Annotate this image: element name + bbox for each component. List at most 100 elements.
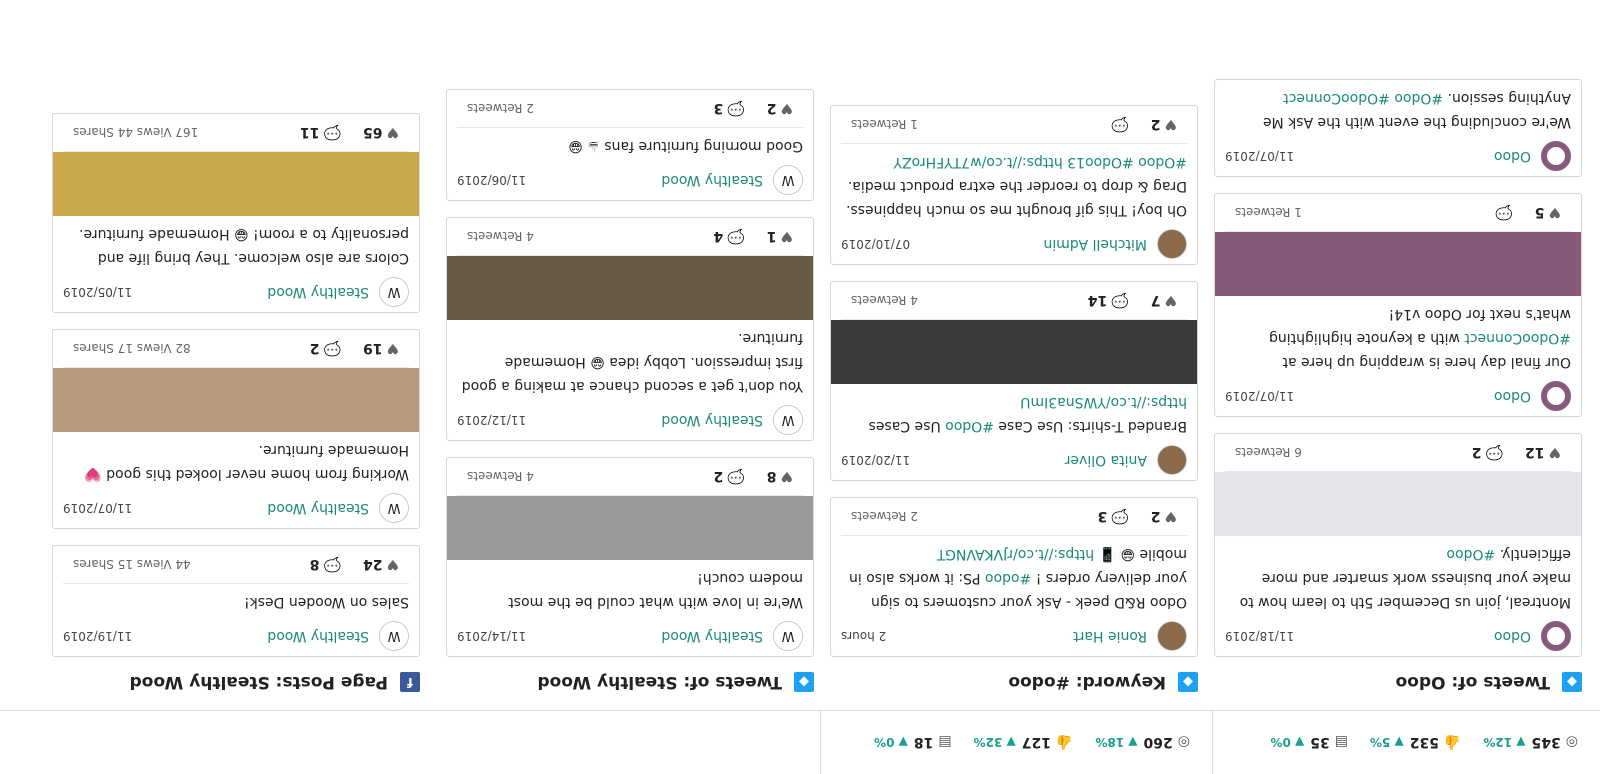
author-name[interactable]: Stealthy Wood [132, 284, 369, 300]
post-link[interactable]: #Odoo [1138, 154, 1187, 170]
post-image [447, 496, 813, 560]
avatar [1157, 229, 1187, 259]
post-stats: ♥ 5 💬 1 Retweets [1225, 194, 1571, 232]
post-author: W Stealthy Wood 11/07/2019 [53, 488, 419, 528]
comment-icon: 💬 [323, 340, 341, 357]
comments-count: 11 [300, 124, 320, 141]
stat-trend: ▼ 18% [1095, 735, 1138, 749]
comments-count: 8 [309, 556, 320, 573]
stream-column: ◆ Keyword: #odoo Ronie Hart 2 hours Odoo R&D… [830, 89, 1198, 697]
author-name[interactable]: Stealthy Wood [132, 500, 369, 516]
heart-icon: ♥ [386, 340, 399, 357]
heart-icon: ♥ [1548, 444, 1561, 461]
author-name[interactable]: Stealthy Wood [132, 628, 369, 644]
post-date: 11/05/2019 [63, 285, 133, 299]
comments-count: 2 [1471, 444, 1482, 461]
post-date: 11/12/2019 [457, 413, 527, 427]
post-card[interactable]: W Stealthy Wood 11/14/2019 We're in love wi… [446, 457, 814, 657]
post-card[interactable]: Odoo 11/18/2019 Montreal, join us December… [1214, 433, 1582, 657]
post-link[interactable]: https://t.co/YWSna3ImU [1020, 394, 1187, 410]
stat-item[interactable]: ▤ 18 ▼ 0% [874, 734, 952, 750]
comments-count: 14 [1087, 292, 1108, 309]
post-link[interactable]: #Odoo13 [1067, 154, 1134, 170]
comment-icon: 💬 [323, 124, 341, 141]
post-link[interactable]: #odoo [985, 570, 1031, 586]
author-name[interactable]: Mitchell Admin [910, 236, 1148, 252]
author-name[interactable]: Stealthy Wood [526, 628, 763, 644]
author-name[interactable]: Odoo [1294, 628, 1531, 644]
post-card[interactable]: W Stealthy Wood 11/07/2019 Working from hom… [52, 329, 420, 529]
heart-icon: ♥ [386, 556, 399, 573]
post-stats: ♥ 2 💬 3 2 Retweets [841, 498, 1187, 536]
avatar [1157, 621, 1187, 651]
stat-value: 18 [913, 734, 934, 750]
post-stats: ♥ 19 💬 2 82 Views 17 Shares [63, 330, 409, 368]
shares-count: 4 Retweets [467, 469, 534, 484]
stat-trend: ▼ 12% [1483, 735, 1526, 749]
avatar [1541, 381, 1571, 411]
post-image [53, 152, 419, 216]
stream-badge-icon: ◆ [794, 672, 814, 692]
shares-count: 4 Retweets [851, 293, 918, 308]
post-card[interactable]: Ronie Hart 2 hours Odoo R&D peek - Ask you… [830, 497, 1198, 657]
post-message: Odoo R&D peek - Ask your customers to si… [848, 546, 1187, 610]
post-author: Odoo 11/18/2019 [1215, 616, 1581, 656]
post-link[interactable]: https://t.co/rJVKAVNGT [937, 546, 1094, 562]
stream-badge-icon: ◆ [1178, 672, 1198, 692]
social-dashboard: ◎ 345 ▼ 12% 👍 532 ▼ 5% ▤ 35 ▼ 0% ◎ 260 ▼ 18% 👍 127 ▼ … [0, 0, 1600, 774]
post-author: W Stealthy Wood 11/06/2019 [447, 160, 813, 200]
author-name[interactable]: Stealthy Wood [526, 412, 763, 428]
author-name[interactable]: Stealthy Wood [526, 172, 763, 188]
post-card[interactable]: Odoo 11/07/2019 We're concluding the event… [1214, 79, 1582, 177]
comments-count: 2 [309, 340, 320, 357]
author-name[interactable]: Ronie Hart [886, 628, 1147, 644]
author-name[interactable]: Odoo [1294, 388, 1531, 404]
stats-bar: ◎ 345 ▼ 12% 👍 532 ▼ 5% ▤ 35 ▼ 0% ◎ 260 ▼ 18% 👍 127 ▼ … [0, 710, 1600, 774]
heart-icon: ♥ [1164, 292, 1177, 309]
post-card[interactable]: W Stealthy Wood 11/05/2019 Colors are also … [52, 113, 420, 313]
post-message: Montreal, join us December 5th to learn … [1239, 546, 1571, 610]
comments-count: 3 [1097, 508, 1108, 525]
post-card[interactable]: W Stealthy Wood 11/19/2019 Sales on Wooden … [52, 545, 420, 657]
post-message: We're in love with what could be the mos… [508, 570, 803, 610]
post-link[interactable]: #Odoo [1446, 546, 1495, 562]
post-card[interactable]: W Stealthy Wood 11/06/2019 Good morning fur… [446, 89, 814, 201]
stat-item[interactable]: 👍 127 ▼ 32% [974, 734, 1074, 750]
likes-count: 1 [766, 228, 777, 245]
author-name[interactable]: Anita Oliver [910, 452, 1147, 468]
post-author: W Stealthy Wood 11/05/2019 [53, 272, 419, 312]
post-card[interactable]: Anita Oliver 11/20/2019 Branded T-shirts: … [830, 281, 1198, 481]
post-card[interactable]: Mitchell Admin 07/10/2019 Oh boy! This gif… [830, 105, 1198, 265]
likes-count: 7 [1150, 292, 1161, 309]
post-author: Ronie Hart 2 hours [831, 616, 1197, 656]
stats-twitter: ◎ 260 ▼ 18% 👍 127 ▼ 32% ▤ 18 ▼ 0% [820, 710, 1212, 774]
shares-count: 82 Views 17 Shares [73, 341, 191, 356]
stat-trend: ▼ 0% [1270, 735, 1305, 749]
post-date: 11/19/2019 [63, 629, 133, 643]
stat-trend: ▼ 0% [874, 735, 908, 749]
post-date: 11/07/2019 [63, 501, 133, 515]
post-link[interactable]: #OdooConnect [1283, 90, 1390, 106]
post-icon: ▤ [938, 734, 952, 750]
post-card[interactable]: W Stealthy Wood 11/12/2019 You don't get a … [446, 217, 814, 441]
stat-item[interactable]: ◎ 345 ▼ 12% [1483, 734, 1578, 750]
avatar [1157, 445, 1187, 475]
post-link[interactable]: #Odoo [1394, 90, 1443, 106]
post-link[interactable]: #OdooConnect [1464, 330, 1571, 346]
likes-count: 65 [362, 124, 383, 141]
post-card[interactable]: Odoo 11/07/2019 Our final day here is wrap… [1214, 193, 1582, 417]
author-name[interactable]: Odoo [1294, 148, 1531, 164]
post-stats: ♥ 24 💬 8 44 Views 15 Shares [63, 546, 409, 584]
stream-title: Tweets of: Stealthy Wood [537, 672, 782, 692]
post-link[interactable]: #Odoo [945, 418, 994, 434]
comment-icon: 💬 [727, 468, 745, 485]
stat-value: 532 [1409, 734, 1439, 750]
stat-item[interactable]: ◎ 260 ▼ 18% [1095, 734, 1190, 750]
comment-icon: 💬 [1111, 116, 1129, 133]
stat-item[interactable]: ▤ 35 ▼ 0% [1270, 734, 1348, 750]
stat-item[interactable]: 👍 532 ▼ 5% [1370, 734, 1461, 750]
stream-badge-icon: f [400, 672, 420, 692]
comments-count: 3 [713, 100, 724, 117]
post-message: Branded T-shirts: Use Case #Odoo Use Cas… [868, 394, 1187, 434]
post-link[interactable]: https://t.co/w7TYFHroZY [893, 154, 1062, 170]
